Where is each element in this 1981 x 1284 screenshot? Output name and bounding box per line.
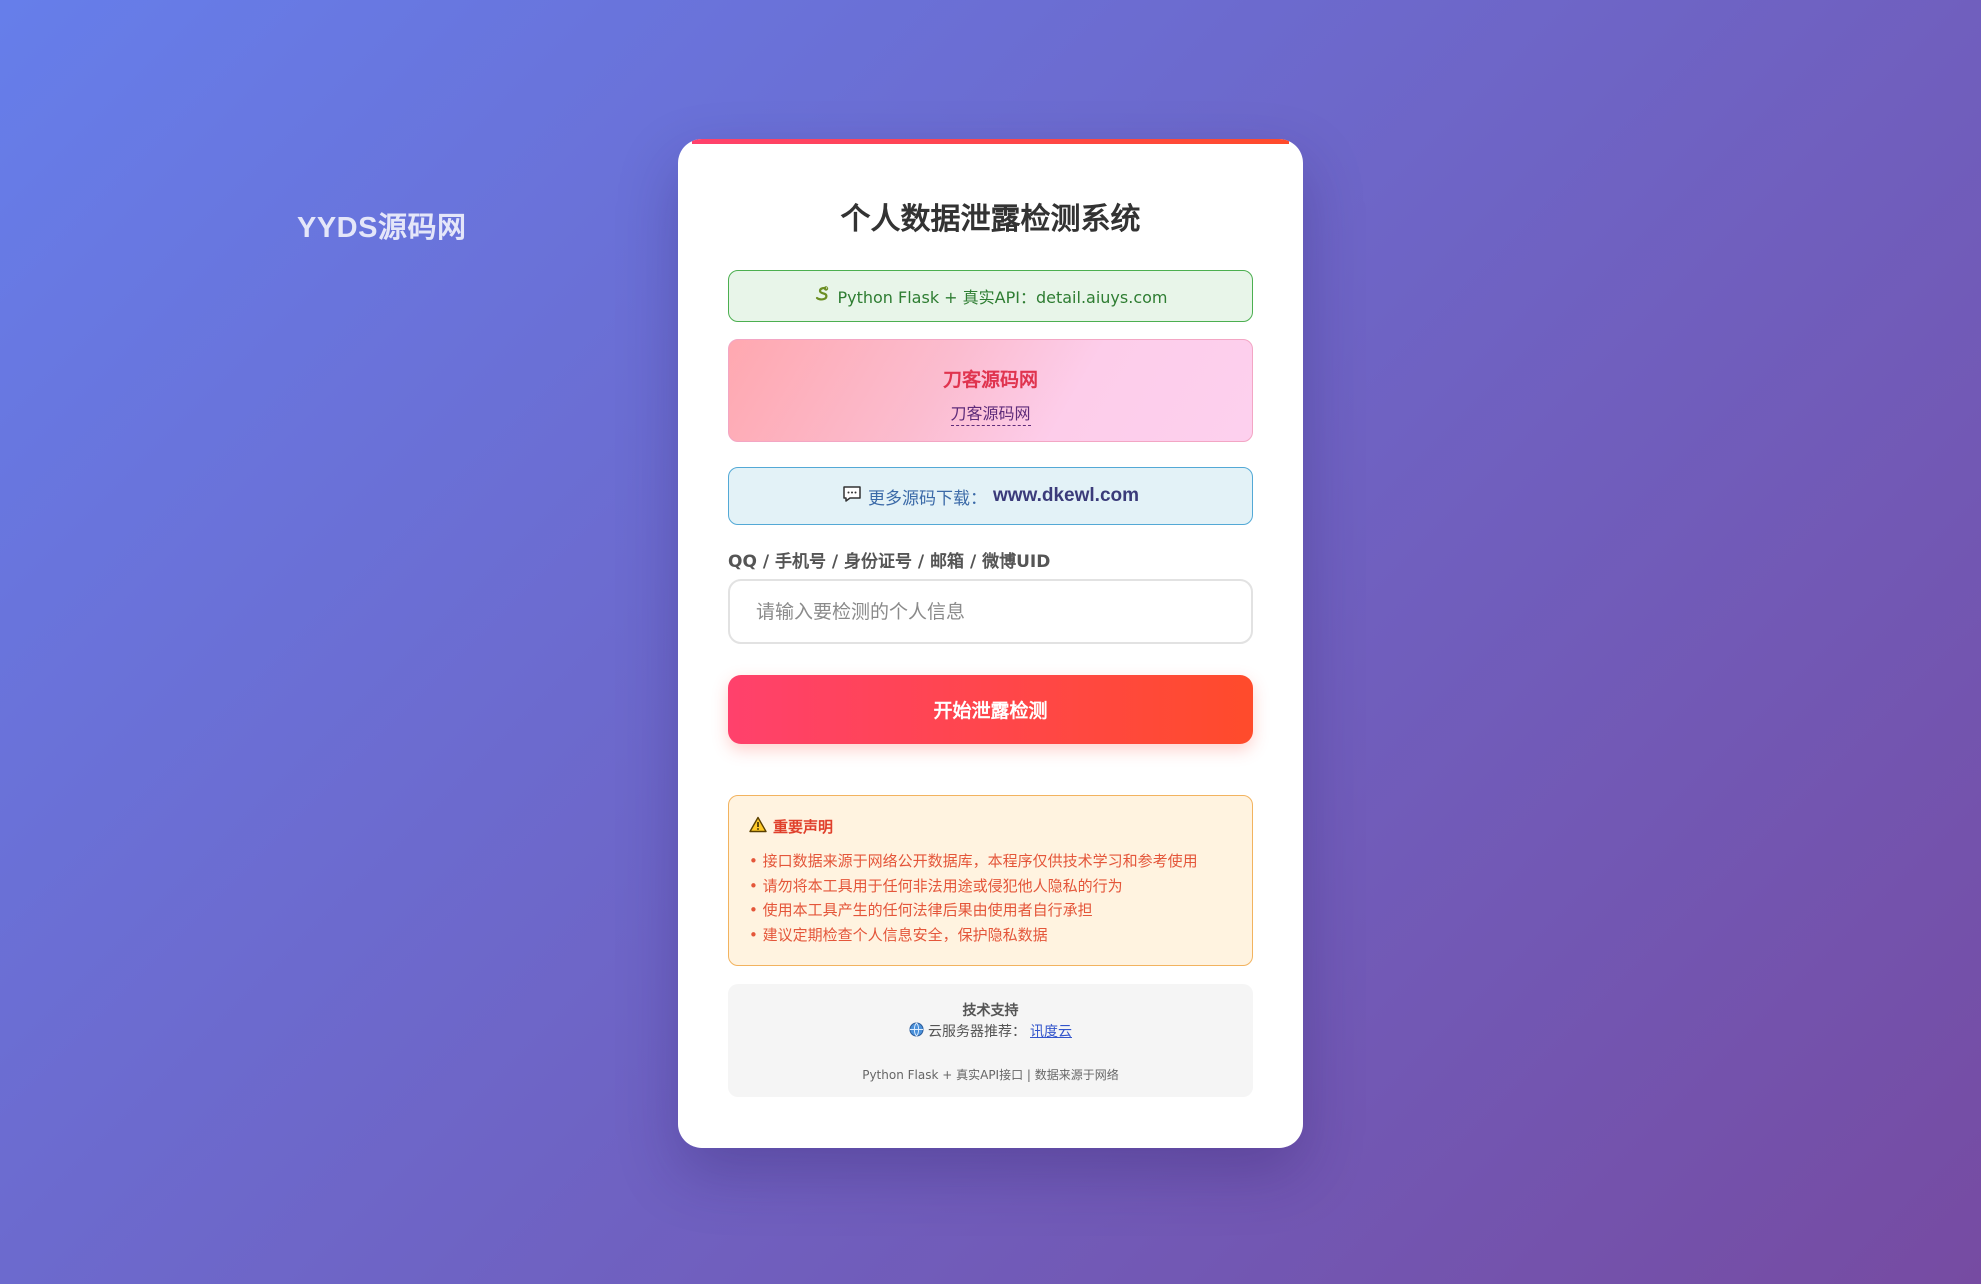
support-title: 技术支持 xyxy=(962,1003,1019,1019)
start-detection-button[interactable]: 开始泄露检测 xyxy=(728,675,1253,744)
main-card: 个人数据泄露检测系统 Python Flask + 真实API：detail.a… xyxy=(678,139,1303,1148)
cloud-provider-link[interactable]: 讯度云 xyxy=(1030,1021,1072,1041)
support-footer: 技术支持 云服务器推荐： 讯度云 Python Flask + 真实API接口 |… xyxy=(728,984,1253,1097)
notice-item: 建议定期检查个人信息安全，保护隐私数据 xyxy=(749,923,1232,948)
page-title: 个人数据泄露检测系统 xyxy=(840,202,1141,237)
input-label: QQ / 手机号 / 身份证号 / 邮箱 / 微博UID xyxy=(728,552,1051,572)
notice-item: 接口数据来源于网络公开数据库，本程序仅供技术学习和参考使用 xyxy=(749,849,1232,874)
notice-item: 使用本工具产生的任何法律后果由使用者自行承担 xyxy=(749,898,1232,923)
brand-banner: 刀客源码网 刀客源码网 xyxy=(728,339,1253,442)
notice-item: 请勿将本工具用于任何非法用途或侵犯他人隐私的行为 xyxy=(749,874,1232,899)
warning-icon xyxy=(749,816,767,837)
globe-icon xyxy=(909,1021,924,1041)
api-info-text: Python Flask + 真实API：detail.aiuys.com xyxy=(837,288,1168,307)
api-info-banner: Python Flask + 真实API：detail.aiuys.com xyxy=(728,270,1253,322)
watermark-text: YYDS源码网 xyxy=(297,212,467,244)
notice-title: 重要声明 xyxy=(773,818,834,836)
disclaimer-notice: 重要声明 接口数据来源于网络公开数据库，本程序仅供技术学习和参考使用 请勿将本工… xyxy=(728,795,1253,966)
footer-text: Python Flask + 真实API接口 | 数据来源于网络 xyxy=(862,1068,1119,1082)
personal-info-input[interactable] xyxy=(728,579,1253,644)
brand-title: 刀客源码网 xyxy=(942,369,1038,391)
more-source-prefix: 更多源码下载： xyxy=(867,488,987,509)
brand-link[interactable]: 刀客源码网 xyxy=(950,400,1031,426)
snake-icon xyxy=(813,285,831,307)
more-source-banner[interactable]: 更多源码下载： www.dkewl.com xyxy=(728,467,1253,525)
cloud-recommend: 云服务器推荐： 讯度云 xyxy=(728,1021,1253,1041)
notice-list: 接口数据来源于网络公开数据库，本程序仅供技术学习和参考使用 请勿将本工具用于任何… xyxy=(749,849,1232,947)
cloud-prefix: 云服务器推荐： xyxy=(928,1024,1026,1040)
more-source-site[interactable]: www.dkewl.com xyxy=(993,485,1139,507)
chat-icon xyxy=(842,485,862,508)
